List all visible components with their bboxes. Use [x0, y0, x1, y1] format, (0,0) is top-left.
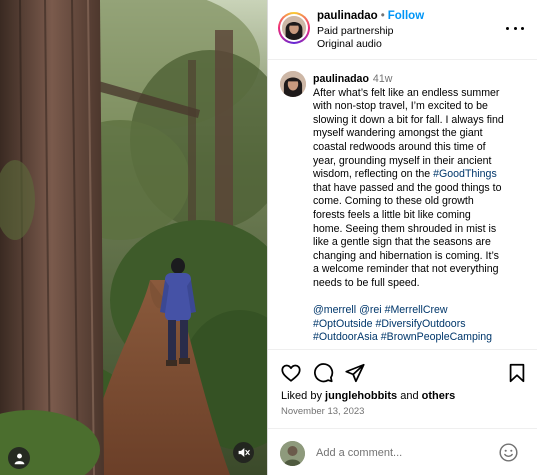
save-button[interactable]: [506, 362, 528, 384]
hashtag-link[interactable]: #GoodThings: [433, 168, 497, 180]
caption-line: needs to be full speed.: [313, 276, 420, 289]
caption-line: coastal redwoods around this time of: [313, 140, 486, 153]
post-date[interactable]: November 13, 2023: [281, 406, 364, 417]
hashtag-link[interactable]: #OutdoorAsia: [313, 331, 378, 343]
comment-button[interactable]: [312, 362, 334, 384]
caption-line: slowing it down a bit for fall. I always…: [313, 113, 504, 126]
person-icon: [14, 453, 24, 464]
caption-line: After what’s felt like an endless summer: [313, 86, 500, 99]
liked-by-user-link[interactable]: junglehobbits: [325, 390, 397, 402]
caption-line: come. Coming to these old growth: [313, 195, 474, 208]
author-profile-photo: [280, 71, 306, 97]
post-caption: paulinadao 41w After what’s felt like an …: [268, 61, 537, 349]
caption-line: a welcome reminder that not everything: [313, 263, 499, 276]
post-header: paulinadao • Follow Paid partnership Origi…: [268, 0, 537, 60]
caption-line: like a gentle sign that the seasons are: [313, 236, 491, 249]
caption-line: with non-stop travel, I’m excited to be: [313, 100, 488, 113]
comment-icon: [314, 363, 334, 383]
author-username[interactable]: paulinadao: [317, 10, 378, 22]
hashtag-link[interactable]: #BrownPeopleCamping: [381, 331, 492, 343]
paper-plane-icon: [345, 363, 365, 383]
liked-by-prefix: Liked by: [281, 390, 322, 402]
caption-username[interactable]: paulinadao: [313, 73, 369, 85]
emoji-picker-button[interactable]: [498, 442, 519, 463]
post-age[interactable]: 41w: [373, 73, 392, 85]
heart-icon: [281, 364, 301, 382]
caption-author-avatar[interactable]: [280, 71, 306, 97]
post-media[interactable]: [0, 0, 267, 475]
add-comment-bar: [268, 428, 537, 475]
caption-line: wisdom, reflecting on the: [313, 168, 431, 181]
author-profile-photo: [282, 16, 306, 40]
forest-trail-photo: [0, 0, 267, 475]
caption-line: changing and hibernation is coming. It’s: [313, 249, 499, 262]
comment-input[interactable]: [316, 444, 486, 462]
original-audio-link[interactable]: Original audio: [317, 38, 382, 50]
paid-partnership-label[interactable]: Paid partnership: [317, 25, 393, 37]
bookmark-icon: [509, 363, 525, 383]
smiley-icon: [499, 443, 518, 462]
hashtag-link[interactable]: #DiversifyOutdoors: [375, 318, 465, 330]
current-user-avatar[interactable]: [280, 441, 305, 466]
caption-text: paulinadao 41w After what’s felt like an …: [313, 73, 528, 345]
caption-line: myself wandering amongst the giant: [313, 127, 483, 140]
like-button[interactable]: [280, 362, 302, 384]
caption-line: that have passed and the good things to: [313, 181, 502, 194]
hashtag-link[interactable]: #OptOutside: [313, 318, 372, 330]
mute-audio-button[interactable]: [233, 442, 254, 463]
liked-by-summary: Liked by junglehobbits and others: [281, 390, 455, 402]
share-button[interactable]: [344, 362, 366, 384]
liked-by-others-link[interactable]: others: [422, 390, 456, 402]
mention-link[interactable]: @rei: [359, 304, 382, 316]
header-separator: •: [380, 10, 385, 22]
post-detail-pane: paulinadao • Follow Paid partnership Origi…: [267, 0, 537, 475]
mention-link[interactable]: @merrell: [313, 304, 356, 316]
author-avatar[interactable]: [278, 12, 310, 44]
caption-line: year, grounding myself in their ancient: [313, 154, 492, 167]
speaker-muted-icon: [238, 448, 250, 457]
caption-line: forests feels a little bit like coming: [313, 208, 471, 221]
hashtag-link[interactable]: #MerrellCrew: [385, 304, 448, 316]
tagged-users-button[interactable]: [8, 447, 30, 469]
follow-button[interactable]: Follow: [388, 10, 424, 22]
more-options-button[interactable]: [506, 21, 524, 35]
current-user-photo: [280, 441, 305, 466]
liked-by-joiner: and: [400, 390, 419, 402]
ellipsis-icon: [506, 26, 509, 30]
caption-line: home. Seeing them shrouded in mist is: [313, 222, 497, 235]
